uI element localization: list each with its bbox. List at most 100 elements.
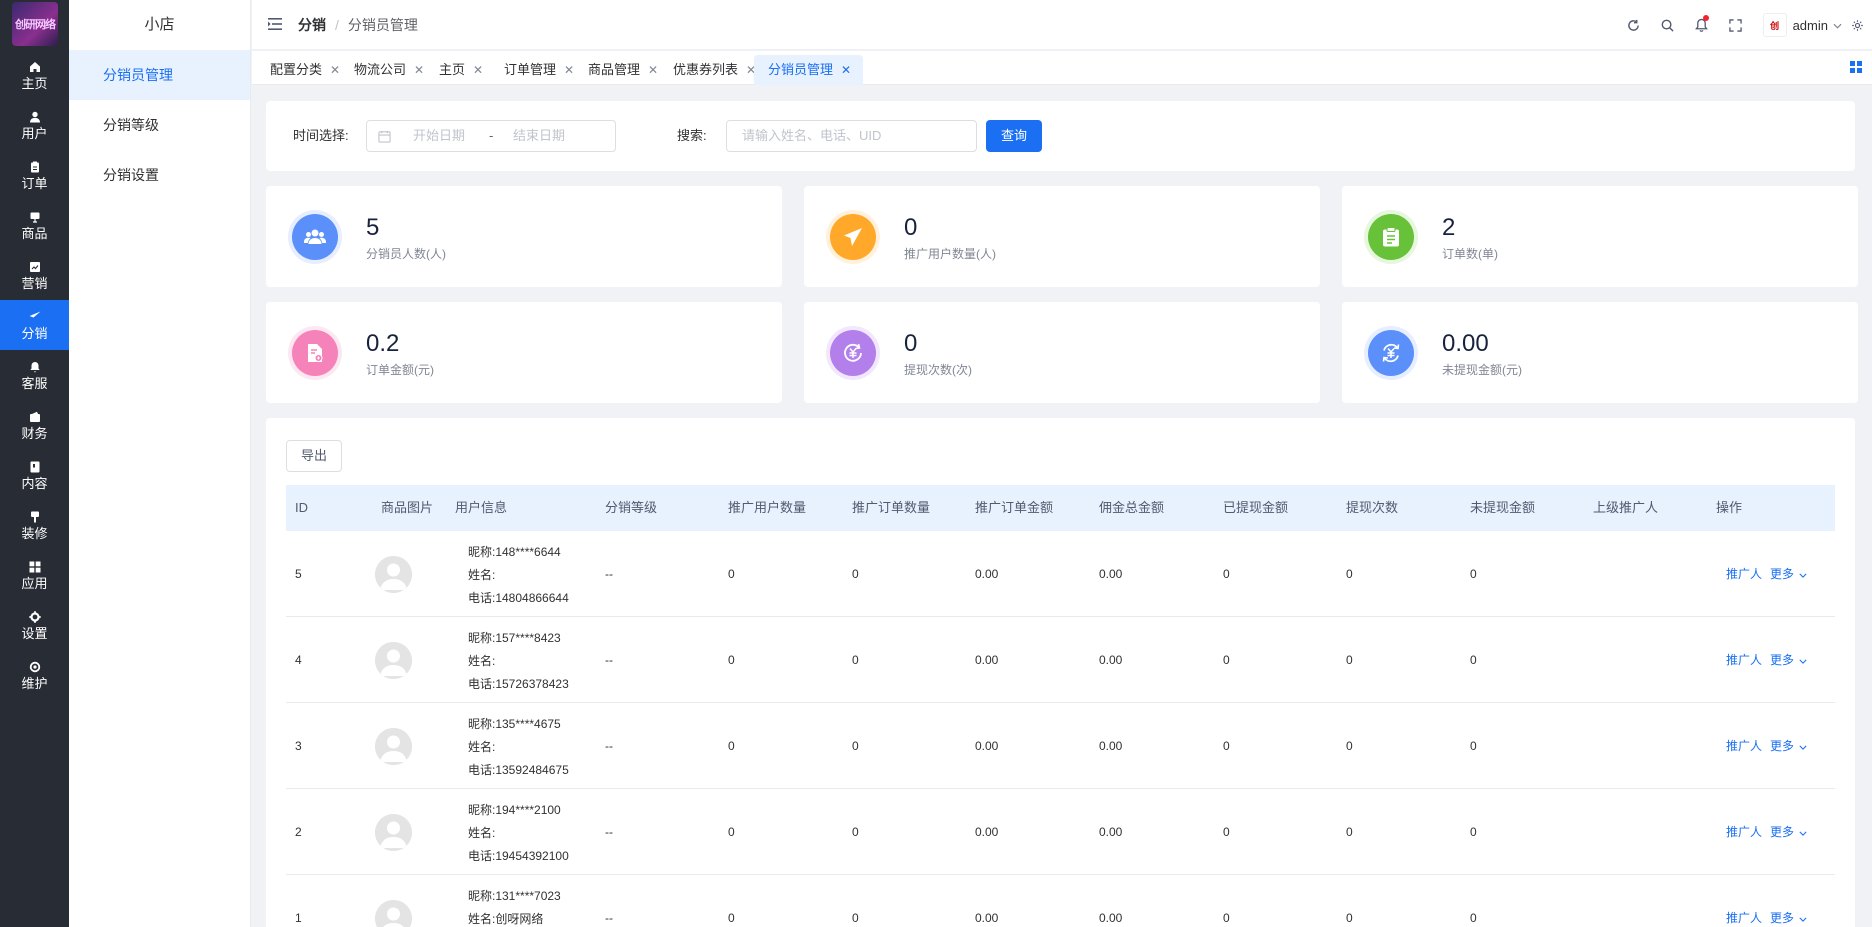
cell-id: 3 bbox=[295, 739, 302, 753]
stat-icon-ring bbox=[826, 326, 880, 380]
column-header: 用户信息 bbox=[455, 500, 508, 515]
breadcrumb: 分销 / 分销员管理 bbox=[298, 0, 418, 50]
user-avatar-image bbox=[375, 814, 412, 851]
cell-promo-amount: 0.00 bbox=[975, 825, 999, 839]
tab-1[interactable]: 物流公司 ✕ bbox=[354, 55, 436, 85]
tab-2[interactable]: 主页 ✕ bbox=[439, 55, 495, 85]
cell-level: -- bbox=[605, 653, 613, 667]
cell-commission: 0.00 bbox=[1099, 653, 1123, 667]
breadcrumb-current: 分销员管理 bbox=[347, 17, 418, 33]
sidebar-item-home[interactable]: 主页 bbox=[0, 50, 69, 100]
sidebar-item-label: 客服 bbox=[21, 375, 48, 391]
table-header: ID 商品图片 用户信息 分销等级 推广用户数量 推广订单数量 推广订单金额 佣金总金额 已提现… bbox=[286, 485, 1835, 531]
sidebar-item-brush[interactable]: 装修 bbox=[0, 500, 69, 550]
tab-4[interactable]: 商品管理 ✕ bbox=[588, 55, 670, 85]
date-range-picker[interactable]: 开始日期 - 结束日期 bbox=[366, 120, 616, 152]
tab-close-icon[interactable]: ✕ bbox=[473, 63, 483, 77]
more-label: 更多 bbox=[1770, 567, 1795, 581]
cell-promo-amount: 0.00 bbox=[975, 653, 999, 667]
brand-logo[interactable]: 创研网络 bbox=[12, 2, 58, 46]
menu-toggle-icon[interactable] bbox=[268, 18, 282, 30]
tab-6[interactable]: 分销员管理 ✕ bbox=[754, 55, 864, 85]
more-label: 更多 bbox=[1770, 911, 1795, 925]
subnav-item-distribution-settings[interactable]: 分销设置 bbox=[69, 150, 250, 200]
cell-unwithdrawn: 0 bbox=[1470, 653, 1477, 667]
stat-card: 2 订单数(单) bbox=[1342, 186, 1858, 287]
user-avatar-image bbox=[375, 642, 412, 679]
breadcrumb-parent[interactable]: 分销 bbox=[298, 17, 326, 33]
sidebar-item-label: 装修 bbox=[21, 525, 48, 541]
search-icon[interactable] bbox=[1651, 0, 1685, 50]
tab-close-icon[interactable]: ✕ bbox=[414, 63, 424, 77]
promoter-link[interactable]: 推广人 bbox=[1726, 703, 1762, 789]
promoter-link[interactable]: 推广人 bbox=[1726, 531, 1762, 617]
stat-card: 0 推广用户数量(人) bbox=[804, 186, 1320, 287]
stat-icon-ring bbox=[826, 210, 880, 264]
tab-3[interactable]: 订单管理 ✕ bbox=[504, 55, 586, 85]
content-icon bbox=[28, 460, 42, 474]
sidebar-item-order[interactable]: 订单 bbox=[0, 150, 69, 200]
user-info: 昵称:194****2100 姓名: 电话:19454392100 bbox=[468, 799, 569, 868]
more-dropdown[interactable]: 更多 bbox=[1770, 617, 1807, 703]
chevron-down-icon bbox=[1799, 653, 1807, 667]
sidebar-item-label: 应用 bbox=[21, 575, 48, 591]
sidebar-item-content[interactable]: 内容 bbox=[0, 450, 69, 500]
search-input[interactable]: 请输入姓名、电话、UID bbox=[726, 120, 977, 152]
sidebar-item-bell[interactable]: 客服 bbox=[0, 350, 69, 400]
sidebar-item-label: 商品 bbox=[21, 225, 48, 241]
subnav-item-distribution-level[interactable]: 分销等级 bbox=[69, 100, 250, 150]
column-header: 佣金总金额 bbox=[1099, 500, 1165, 515]
promoter-link[interactable]: 推广人 bbox=[1726, 875, 1762, 927]
table-row: 3 -- 0 0 0.00 0.00 0 0 0 昵称:135****4675 姓名: 电话:1359… bbox=[286, 703, 1835, 789]
apps-icon bbox=[28, 560, 42, 574]
sidebar-item-apps[interactable]: 应用 bbox=[0, 550, 69, 600]
tab-close-icon[interactable]: ✕ bbox=[841, 63, 851, 77]
user-phone: 电话:15726378423 bbox=[468, 677, 569, 691]
stat-label: 分销员人数(人) bbox=[366, 247, 446, 261]
query-button[interactable]: 查询 bbox=[986, 120, 1042, 152]
settings-gear-icon[interactable] bbox=[1842, 0, 1872, 50]
sidebar-item-product[interactable]: 商品 bbox=[0, 200, 69, 250]
user-avatar[interactable]: 创 bbox=[1762, 13, 1787, 37]
notification-bell-icon[interactable] bbox=[1685, 0, 1719, 50]
more-dropdown[interactable]: 更多 bbox=[1770, 789, 1807, 875]
sidebar-item-user[interactable]: 用户 bbox=[0, 100, 69, 150]
sidebar-item-gear[interactable]: 设置 bbox=[0, 600, 69, 650]
sidebar-item-maintain[interactable]: 维护 bbox=[0, 650, 69, 700]
export-button[interactable]: 导出 bbox=[286, 440, 342, 472]
cell-unwithdrawn: 0 bbox=[1470, 739, 1477, 753]
tab-label: 优惠券列表 bbox=[673, 62, 739, 77]
tab-close-icon[interactable]: ✕ bbox=[648, 63, 658, 77]
fullscreen-icon[interactable] bbox=[1719, 0, 1753, 50]
username[interactable]: admin bbox=[1793, 18, 1828, 33]
sidebar-item-send[interactable]: 分销 bbox=[0, 300, 69, 350]
subnav-item-distributor-management[interactable]: 分销员管理 bbox=[69, 50, 250, 100]
user-phone: 电话:14804866644 bbox=[468, 591, 569, 605]
column-header: 推广订单数量 bbox=[852, 500, 931, 515]
sidebar-item-label: 维护 bbox=[21, 675, 48, 691]
cell-withdraw-times: 0 bbox=[1346, 739, 1353, 753]
more-dropdown[interactable]: 更多 bbox=[1770, 531, 1807, 617]
more-dropdown[interactable]: 更多 bbox=[1770, 875, 1807, 927]
refresh-icon[interactable] bbox=[1617, 0, 1651, 50]
cell-level: -- bbox=[605, 567, 613, 581]
user-avatar-image bbox=[375, 728, 412, 765]
more-dropdown[interactable]: 更多 bbox=[1770, 703, 1807, 789]
tab-0[interactable]: 配置分类 ✕ bbox=[270, 55, 352, 85]
promoter-link[interactable]: 推广人 bbox=[1726, 789, 1762, 875]
tab-close-icon[interactable]: ✕ bbox=[564, 63, 574, 77]
tab-close-icon[interactable]: ✕ bbox=[330, 63, 340, 77]
chevron-down-icon[interactable] bbox=[1833, 18, 1842, 32]
sidebar-item-marketing[interactable]: 营销 bbox=[0, 250, 69, 300]
cell-level: -- bbox=[605, 825, 613, 839]
column-header: 分销等级 bbox=[605, 500, 658, 515]
sidebar-item-finance[interactable]: 财务 bbox=[0, 400, 69, 450]
stat-label: 订单数(单) bbox=[1442, 247, 1498, 261]
stat-value: 5 bbox=[366, 214, 380, 241]
column-header: 推广订单金额 bbox=[975, 500, 1054, 515]
tabs-grid-icon[interactable] bbox=[1850, 61, 1862, 73]
breadcrumb-separator: / bbox=[335, 17, 339, 33]
promoter-link[interactable]: 推广人 bbox=[1726, 617, 1762, 703]
sidebar-item-label: 分销 bbox=[21, 325, 48, 341]
calendar-icon bbox=[378, 130, 391, 146]
